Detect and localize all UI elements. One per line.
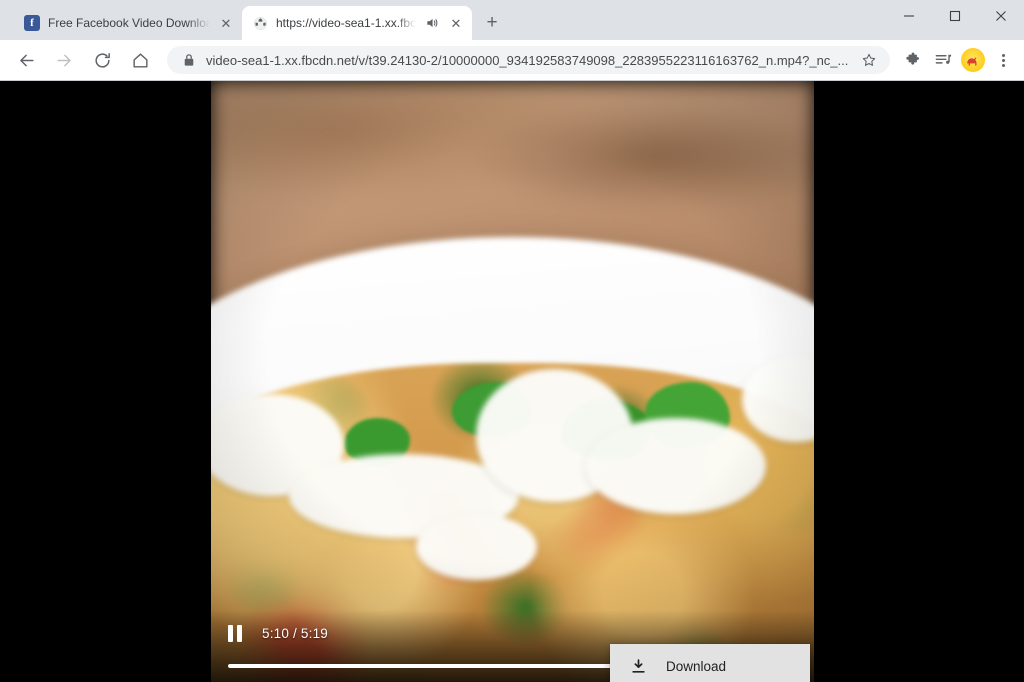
facebook-downloader-icon: f (24, 15, 40, 31)
video-time-display: 5:10 / 5:19 (262, 625, 329, 641)
video-controls-row: 5:10 / 5:19 (228, 624, 328, 642)
tab-video-url[interactable]: https://video-sea1-1.xx.fbcdn ✕ (242, 6, 472, 40)
menu-dot (1001, 58, 1005, 62)
new-tab-button[interactable]: + (478, 9, 506, 37)
tab-strip: f Free Facebook Video Downloade ✕ https:… (0, 0, 1024, 40)
menu-dot (1001, 53, 1005, 57)
tab-facebook-downloader[interactable]: f Free Facebook Video Downloade ✕ (14, 6, 242, 40)
facebook-downloader-glyph: f (24, 15, 40, 31)
profile-avatar-icon[interactable] (958, 45, 988, 75)
minimize-button[interactable] (886, 0, 932, 32)
download-icon (628, 657, 648, 677)
back-button[interactable] (9, 43, 43, 77)
extensions-puzzle-icon[interactable] (898, 45, 928, 75)
address-bar[interactable]: video-sea1-1.xx.fbcdn.net/v/t39.24130-2/… (167, 46, 890, 74)
video-poster-frame (211, 81, 814, 682)
three-dot-menu-icon[interactable] (988, 53, 1018, 67)
tab-audio-icon[interactable] (424, 16, 440, 30)
globe-icon (252, 15, 268, 31)
forward-button[interactable] (47, 43, 81, 77)
page-content: 5:10 / 5:19 Download (0, 81, 1024, 682)
context-menu-item-label: Download (666, 659, 727, 674)
browser-toolbar: video-sea1-1.xx.fbcdn.net/v/t39.24130-2/… (0, 40, 1024, 81)
context-menu-item-download[interactable]: Download (610, 644, 810, 682)
maximize-button[interactable] (932, 0, 978, 32)
tab-close-button[interactable]: ✕ (218, 15, 234, 31)
tab-title: Free Facebook Video Downloade (48, 16, 210, 30)
window-controls (886, 0, 1024, 32)
pause-icon[interactable] (228, 624, 246, 642)
reload-button[interactable] (85, 43, 119, 77)
video-player[interactable]: 5:10 / 5:19 (211, 81, 814, 682)
browser-window: f Free Facebook Video Downloade ✕ https:… (0, 0, 1024, 682)
tab-title: https://video-sea1-1.xx.fbcdn (276, 16, 416, 30)
tab-close-button[interactable]: ✕ (448, 15, 464, 31)
close-window-button[interactable] (978, 0, 1024, 32)
bookmark-star-icon[interactable] (856, 52, 882, 68)
video-context-menu: Download Picture in picture (610, 644, 810, 682)
avatar (961, 48, 985, 72)
poster-vignette (211, 81, 814, 682)
address-bar-text[interactable]: video-sea1-1.xx.fbcdn.net/v/t39.24130-2/… (206, 53, 856, 68)
lock-icon (181, 53, 197, 67)
home-button[interactable] (123, 43, 157, 77)
menu-dot (1001, 63, 1005, 67)
media-playlist-icon[interactable] (928, 45, 958, 75)
